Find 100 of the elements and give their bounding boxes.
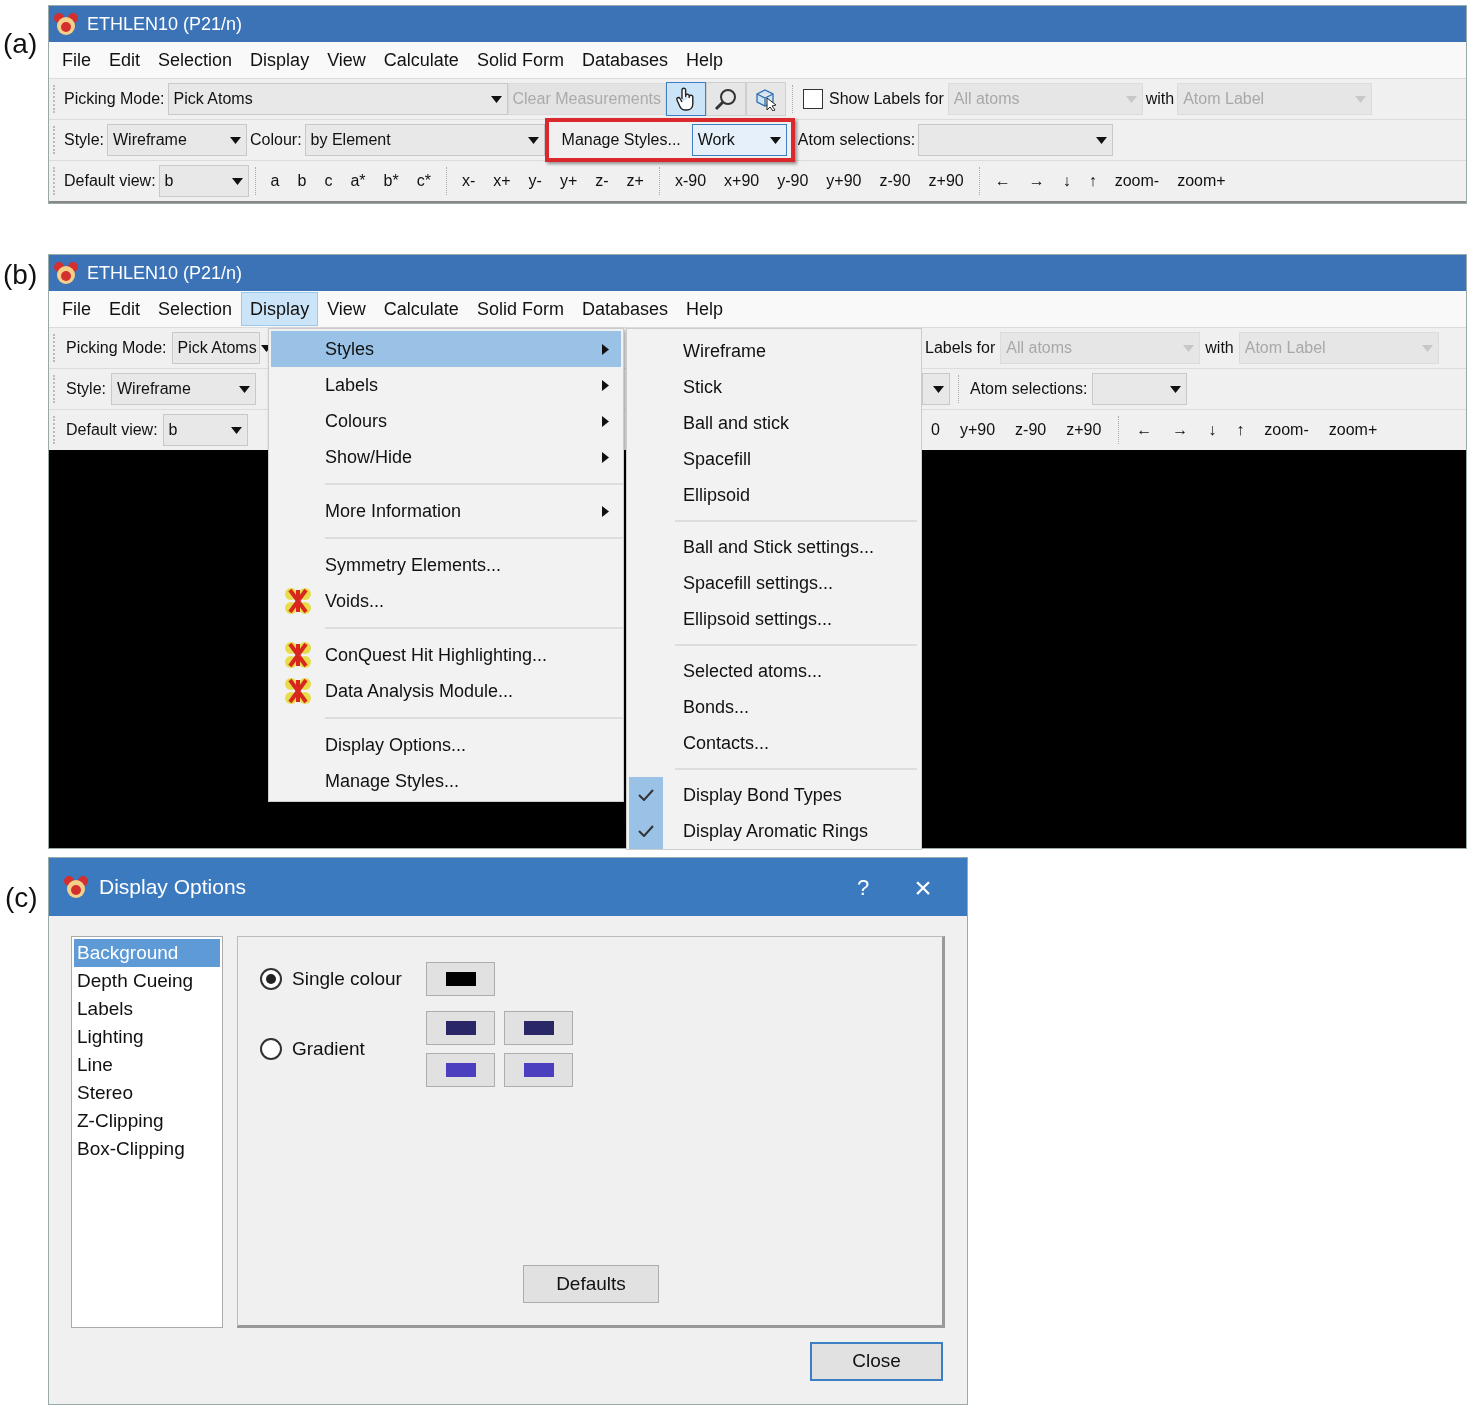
toolbar-button[interactable]: zoom-: [1255, 414, 1318, 446]
menu-item[interactable]: Solid Form: [467, 43, 573, 77]
menu-item[interactable]: ConQuest Hit Highlighting...: [271, 637, 621, 673]
menu-item[interactable]: Bonds...: [627, 689, 921, 725]
menu-item[interactable]: Edit: [100, 292, 150, 326]
list-item[interactable]: Lighting: [74, 1023, 220, 1051]
menu-item[interactable]: Display Aromatic Rings: [627, 813, 921, 849]
toolbar-button[interactable]: z-90: [870, 165, 920, 197]
list-item[interactable]: Labels: [74, 995, 220, 1023]
menu-item[interactable]: Databases: [572, 292, 677, 326]
menu-item[interactable]: More Information: [271, 493, 621, 529]
menu-item[interactable]: View: [318, 292, 375, 326]
toolbar-button[interactable]: ↓: [1053, 165, 1080, 197]
menu-item[interactable]: Manage Styles...: [271, 763, 621, 799]
list-item[interactable]: Depth Cueing: [74, 967, 220, 995]
menu-item[interactable]: Display: [241, 292, 319, 326]
dropdown[interactable]: Wireframe: [107, 124, 247, 156]
menu-item[interactable]: Selection: [149, 43, 242, 77]
close-button[interactable]: ×: [893, 864, 953, 910]
menu-item[interactable]: Edit: [100, 43, 150, 77]
toolbar-button[interactable]: z+90: [919, 165, 973, 197]
menu-item[interactable]: Help: [677, 43, 732, 77]
toolbar-button[interactable]: Manage Styles...: [552, 124, 690, 156]
toolbar-button[interactable]: →: [1163, 414, 1198, 446]
toolbar-button[interactable]: c*: [407, 165, 440, 197]
toolbar-button[interactable]: zoom+: [1319, 414, 1387, 446]
menu-item[interactable]: Spacefill: [627, 441, 921, 477]
menu-item[interactable]: Display Bond Types: [627, 777, 921, 813]
dropdown[interactable]: by Element: [304, 124, 545, 156]
toolbar-button[interactable]: a: [261, 165, 289, 197]
toolbar-button[interactable]: x-: [452, 165, 485, 197]
colour-swatch-button[interactable]: [426, 962, 495, 996]
colour-swatch-button[interactable]: [504, 1053, 573, 1087]
menu-item[interactable]: Stick: [627, 369, 921, 405]
menu-item[interactable]: Ellipsoid: [627, 477, 921, 513]
toolbar-button[interactable]: y+90: [817, 165, 871, 197]
menu-item[interactable]: File: [53, 43, 100, 77]
toolbar-button[interactable]: ←: [1127, 414, 1162, 446]
toolbar-button[interactable]: c: [315, 165, 342, 197]
menu-item[interactable]: Calculate: [374, 43, 468, 77]
menu-item[interactable]: Selected atoms...: [627, 653, 921, 689]
toolbar-button[interactable]: b: [288, 165, 316, 197]
toolbar-button[interactable]: x+90: [715, 165, 769, 197]
toolbar-button[interactable]: ↓: [1199, 414, 1226, 446]
list-item[interactable]: Line: [74, 1051, 220, 1079]
help-button[interactable]: ?: [843, 870, 883, 904]
menu-item[interactable]: Data Analysis Module...: [271, 673, 621, 709]
dropdown[interactable]: b: [158, 165, 249, 197]
menu-item[interactable]: Help: [677, 292, 732, 326]
menu-item[interactable]: Show/Hide: [271, 439, 621, 475]
colour-swatch-button[interactable]: [426, 1053, 495, 1087]
dropdown[interactable]: [922, 373, 950, 405]
toolbar-button[interactable]: 0: [922, 414, 949, 446]
tool-button[interactable]: [666, 82, 706, 116]
toolbar-button[interactable]: b*: [374, 165, 408, 197]
colour-swatch-button[interactable]: [504, 1011, 573, 1045]
menu-item[interactable]: File: [53, 292, 100, 326]
menu-item[interactable]: Styles: [271, 331, 621, 367]
toolbar-button[interactable]: z-90: [1006, 414, 1056, 446]
dropdown[interactable]: Work: [691, 124, 787, 156]
toolbar-button[interactable]: x-90: [665, 165, 716, 197]
menu-item[interactable]: Display Options...: [271, 727, 621, 763]
checkbox[interactable]: [803, 89, 823, 109]
menu-item[interactable]: Ball and stick: [627, 405, 921, 441]
toolbar-button[interactable]: ↑: [1079, 165, 1106, 197]
menu-item[interactable]: Voids...: [271, 583, 621, 619]
toolbar-button[interactable]: a*: [341, 165, 375, 197]
toolbar-button[interactable]: ↑: [1227, 414, 1254, 446]
toolbar-button[interactable]: y+: [550, 165, 587, 197]
menu-item[interactable]: Spacefill settings...: [627, 565, 921, 601]
menu-item[interactable]: Contacts...: [627, 725, 921, 761]
toolbar-button[interactable]: y+90: [950, 414, 1005, 446]
menu-item[interactable]: Ellipsoid settings...: [627, 601, 921, 637]
dropdown[interactable]: Wireframe: [111, 373, 256, 405]
menu-item[interactable]: Display: [241, 43, 319, 77]
toolbar-button[interactable]: ←: [985, 165, 1020, 197]
toolbar-button[interactable]: z+: [617, 165, 653, 197]
menu-item[interactable]: View: [318, 43, 375, 77]
toolbar-button[interactable]: →: [1019, 165, 1054, 197]
menu-item[interactable]: Symmetry Elements...: [271, 547, 621, 583]
defaults-button[interactable]: Defaults: [523, 1265, 659, 1303]
list-item[interactable]: Z-Clipping: [74, 1107, 220, 1135]
colour-swatch-button[interactable]: [426, 1011, 495, 1045]
toolbar-button[interactable]: y-: [519, 165, 551, 197]
list-item[interactable]: Stereo: [74, 1079, 220, 1107]
menu-item[interactable]: Labels: [271, 367, 621, 403]
radio-button[interactable]: [260, 1038, 282, 1060]
menu-item[interactable]: Databases: [572, 43, 677, 77]
toolbar-button[interactable]: x+: [484, 165, 520, 197]
list-item[interactable]: Box-Clipping: [74, 1135, 220, 1163]
toolbar-button[interactable]: z-: [586, 165, 618, 197]
menu-item[interactable]: Solid Form: [467, 292, 573, 326]
toolbar-button[interactable]: z+90: [1057, 414, 1111, 446]
dropdown[interactable]: b: [162, 414, 248, 446]
menu-item[interactable]: Wireframe: [627, 333, 921, 369]
toolbar-button[interactable]: y-90: [768, 165, 818, 197]
menu-item[interactable]: Selection: [149, 292, 242, 326]
radio-button[interactable]: [260, 968, 282, 990]
menu-item[interactable]: Calculate: [374, 292, 468, 326]
menu-item[interactable]: Colours: [271, 403, 621, 439]
